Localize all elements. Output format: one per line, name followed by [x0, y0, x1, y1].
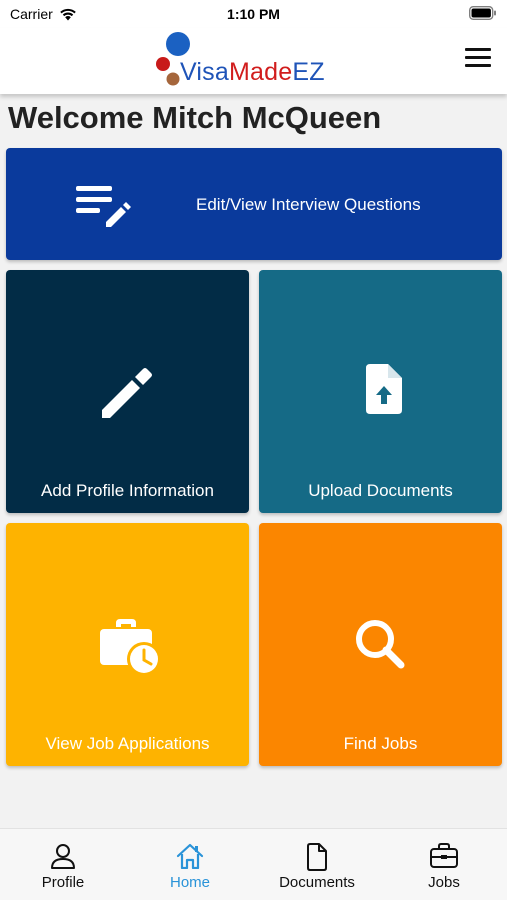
hamburger-menu-icon[interactable]: [465, 48, 491, 70]
tab-label: Jobs: [428, 874, 460, 891]
add-profile-information-tile[interactable]: Add Profile Information: [6, 270, 249, 513]
clock: 1:10 PM: [227, 6, 280, 22]
tile-label: View Job Applications: [45, 734, 210, 753]
tile-label: Find Jobs: [343, 734, 418, 753]
tab-label: Home: [169, 874, 210, 891]
tab-label: Documents: [279, 874, 355, 891]
bottom-tab-bar: Profile Home Documents Jobs: [0, 828, 507, 900]
home-icon: [176, 843, 204, 869]
logo-part-visa: Visa: [180, 58, 229, 86]
pencil-icon: [102, 368, 152, 418]
file-upload-icon: [366, 364, 402, 414]
app-header: VisaMadeEZ: [0, 28, 507, 94]
person-icon: [51, 844, 75, 869]
search-icon: [356, 620, 405, 669]
tab-profile[interactable]: Profile: [0, 829, 126, 900]
find-jobs-tile[interactable]: Find Jobs: [259, 523, 502, 766]
tile-label: Add Profile Information: [41, 481, 214, 500]
tile-label: Upload Documents: [308, 481, 453, 500]
welcome-heading: Welcome Mitch McQueen: [8, 100, 382, 135]
status-bar: Carrier 1:10 PM: [0, 0, 507, 28]
logo-part-ez: EZ: [292, 58, 325, 86]
tile-label: Edit/View Interview Questions: [196, 195, 421, 214]
logo-part-made: Made: [228, 58, 293, 86]
upload-documents-tile[interactable]: Upload Documents: [259, 270, 502, 513]
tab-home[interactable]: Home: [127, 829, 253, 900]
battery-icon: [468, 5, 497, 23]
view-job-applications-tile[interactable]: View Job Applications: [6, 523, 249, 766]
tab-jobs[interactable]: Jobs: [381, 829, 507, 900]
briefcase-clock-icon: [100, 619, 161, 676]
logo-wordmark: VisaMadeEZ: [180, 58, 325, 87]
document-icon: [307, 843, 327, 871]
tab-label: Profile: [41, 874, 85, 891]
visamadeez-logo[interactable]: VisaMadeEZ: [154, 30, 354, 90]
tab-documents[interactable]: Documents: [254, 829, 380, 900]
edit-list-icon: [76, 186, 131, 227]
edit-interview-questions-tile[interactable]: Edit/View Interview Questions: [6, 148, 502, 260]
briefcase-icon: [430, 843, 458, 868]
